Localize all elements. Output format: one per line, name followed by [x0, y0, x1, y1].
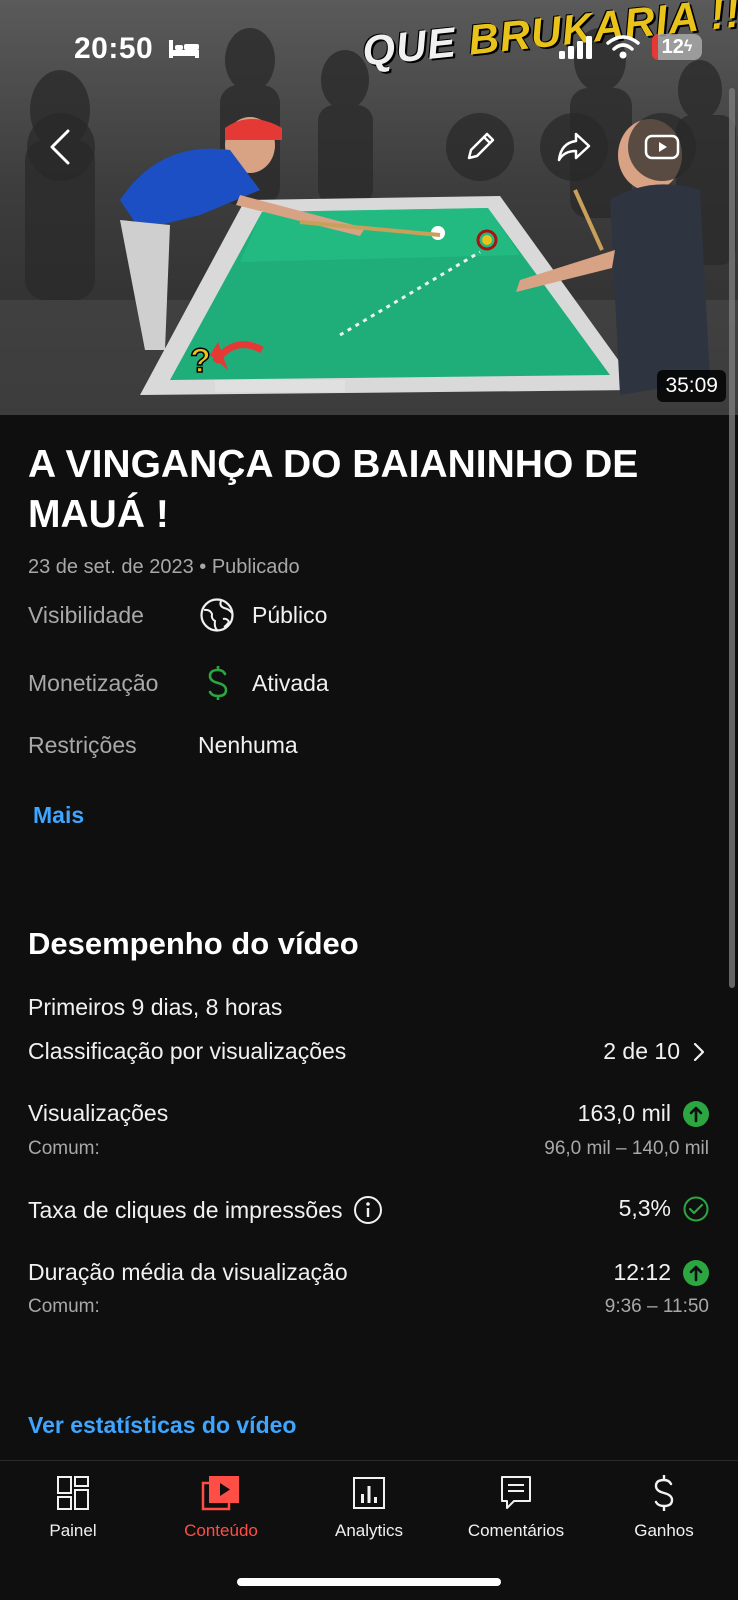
performance-section-title: Desempenho do vídeo [28, 926, 359, 961]
earnings-icon [654, 1475, 674, 1511]
status-indicators: 12 ϟ [558, 34, 702, 60]
wifi-icon [606, 35, 640, 59]
avd-common-label: Comum: [28, 1296, 100, 1317]
nav-item-comments[interactable]: Comentários [446, 1473, 586, 1541]
arrow-up-icon [683, 1100, 709, 1127]
ranking-label-text: Classificação por visualizações [28, 1038, 347, 1064]
monetization-label: Monetização [28, 670, 159, 696]
nav-label-analytics: Analytics [334, 1521, 404, 1540]
ctr-label: Taxa de cliques de impressões [28, 1195, 383, 1225]
comments-icon [501, 1476, 531, 1509]
views-value: 163,0 mil [577, 1100, 671, 1126]
ctr-value-group: 5,3% [619, 1195, 709, 1222]
visibility-label: Visibilidade [28, 602, 144, 628]
nav-label-comments: Comentários [467, 1521, 565, 1540]
publish-info: 23 de set. de 2023 • Publicado [28, 556, 300, 579]
visibility-value: Público [252, 602, 328, 628]
sleep-focus-icon [169, 40, 199, 58]
ctr-value: 5,3% [618, 1195, 671, 1221]
avd-common-range: 9:36 – 11:50 [604, 1296, 709, 1317]
battery-level: 12 [661, 35, 684, 58]
share-button[interactable] [540, 113, 608, 181]
content-icon [201, 1476, 239, 1511]
ranking-value-group: 2 de 10 [603, 1038, 706, 1065]
chevron-left-icon [50, 129, 70, 165]
see-video-stats-link[interactable]: Ver estatísticas do vídeo [28, 1412, 296, 1439]
publish-date: 23 de set. de 2023 [28, 556, 194, 578]
nav-label-earnings: Ganhos [634, 1521, 694, 1540]
ctr-label-text: Taxa de cliques de impressões [28, 1196, 343, 1223]
globe-icon [200, 598, 234, 632]
monetization-value: Ativada [252, 670, 329, 696]
video-thumbnail[interactable]: ? QUE BRUKARIA !! 20:50 12 ϟ 35:09 [0, 0, 738, 415]
headline-word-1: QUE [360, 18, 459, 75]
status-time: 20:50 [74, 32, 154, 65]
youtube-play-icon [644, 134, 680, 160]
publish-status: Publicado [211, 556, 300, 578]
video-duration-badge: 35:09 [657, 370, 726, 402]
views-common-range: 96,0 mil – 140,0 mil [544, 1138, 709, 1159]
analytics-icon [353, 1477, 385, 1509]
more-link[interactable]: Mais [33, 802, 84, 829]
nav-item-dashboard[interactable]: Painel [3, 1473, 143, 1541]
views-value-group: 163,0 mil [578, 1100, 709, 1127]
nav-label-dashboard: Painel [49, 1521, 97, 1540]
edit-button[interactable] [446, 113, 514, 181]
charging-bolt-icon: ϟ [683, 38, 693, 55]
nav-item-analytics[interactable]: Analytics [299, 1473, 439, 1541]
ranking-label: Classificação por visualizações [28, 1038, 346, 1065]
performance-period: Primeiros 9 dias, 8 horas [28, 994, 283, 1020]
avg-view-duration-value: 12:12 [613, 1259, 671, 1285]
battery-indicator: 12 ϟ [652, 34, 702, 60]
nav-item-earnings[interactable]: Ganhos [594, 1473, 734, 1541]
restrictions-label: Restrições [28, 732, 137, 758]
restrictions-value: Nenhuma [198, 732, 298, 758]
check-circle-icon [683, 1196, 709, 1221]
home-indicator[interactable] [237, 1578, 501, 1586]
separator-dot: • [199, 556, 212, 578]
video-title: A VINGANÇA DO BAIANINHO DE MAUÁ ! [28, 443, 639, 536]
pencil-icon [467, 132, 495, 160]
cellular-signal-icon [559, 36, 592, 59]
svg-text:?: ? [190, 342, 211, 380]
arrow-up-icon [683, 1259, 709, 1286]
watch-on-youtube-button[interactable] [628, 113, 696, 181]
dashboard-icon [57, 1476, 89, 1510]
ranking-value: 2 de 10 [603, 1038, 680, 1064]
back-button[interactable] [27, 113, 95, 181]
nav-item-content[interactable]: Conteúdo [151, 1473, 291, 1541]
views-common-label: Comum: [28, 1138, 100, 1159]
nav-label-content: Conteúdo [184, 1521, 258, 1540]
views-label: Visualizações [28, 1100, 169, 1126]
info-icon[interactable] [353, 1195, 383, 1225]
avg-view-duration-label: Duração média da visualização [28, 1259, 348, 1285]
share-arrow-icon [557, 132, 591, 162]
dollar-icon [208, 666, 228, 700]
scrollbar[interactable] [729, 88, 735, 988]
avg-view-duration-value-group: 12:12 [613, 1259, 709, 1286]
chevron-right-icon [693, 1042, 705, 1061]
